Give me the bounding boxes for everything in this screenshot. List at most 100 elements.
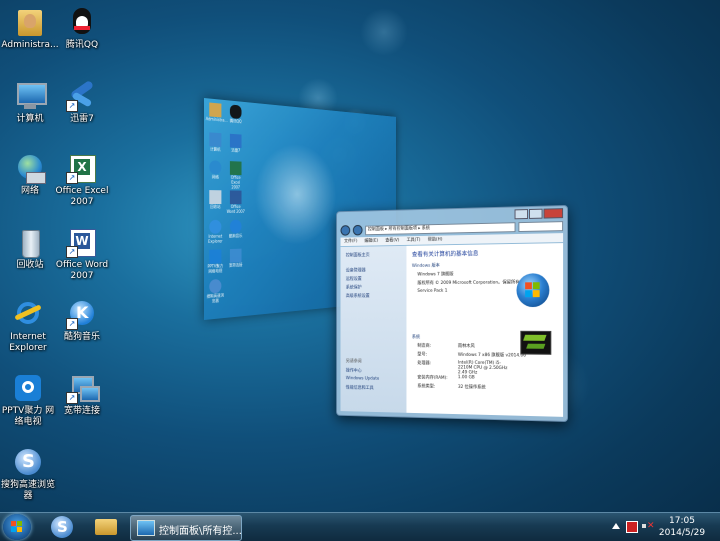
mini-desktop-icon: Internet Explorer (206, 220, 225, 244)
search-input[interactable] (518, 221, 563, 232)
user-folder-icon (14, 6, 46, 38)
desktop-icon-network[interactable]: 网络 (0, 152, 60, 197)
thunder-bird-icon: ↗ (66, 80, 98, 112)
menu-help[interactable]: 帮助(H) (428, 236, 443, 245)
page-title: 查看有关计算机的基本信息 (412, 248, 479, 258)
desktop-icon-excel[interactable]: X ↗ Office Excel 2007 (52, 152, 112, 208)
close-button[interactable] (544, 208, 564, 218)
show-hidden-icons-arrow[interactable] (612, 523, 620, 529)
menu-file[interactable]: 文件(F) (344, 237, 357, 246)
row-key: 制造商: (417, 343, 431, 349)
desktop-icon-administrator[interactable]: Administra... (0, 6, 60, 51)
link-system-protection[interactable]: 系统保护 (346, 285, 362, 291)
broadband-icon: ↗ (66, 372, 98, 404)
bokeh-orb (255, 141, 337, 246)
section-edition: Windows 版本 (412, 263, 440, 269)
clock-time: 17:05 (654, 515, 710, 527)
row-value: 32 位操作系统 (458, 384, 486, 390)
mini-desktop-icon: Office Word 2007 (226, 190, 244, 214)
desktop-icon-kugou[interactable]: K ↗ 酷狗音乐 (52, 298, 112, 343)
icon-label: 腾讯QQ (52, 40, 112, 51)
computer-icon (14, 80, 46, 112)
row-value: Intel(R) Core(TM) i5-2210M CPU @ 2.50GHz… (458, 361, 515, 376)
desktop-icon-sogou-browser[interactable]: S 搜狗高速浏览器 (0, 446, 58, 502)
ie-icon (12, 298, 44, 330)
link-remote-settings[interactable]: 远程设置 (346, 276, 362, 282)
edition-name: Windows 7 旗舰版 (417, 271, 453, 277)
row-key: 系统类型: (417, 383, 435, 389)
menu-tools[interactable]: 工具(T) (407, 236, 421, 245)
desktop: Administra... 计算机 网络 回收站 Internet Explor… (0, 0, 720, 512)
oem-logo (520, 331, 551, 355)
service-pack: Service Pack 1 (417, 289, 447, 294)
mini-desktop-icon: 计算机 (206, 132, 225, 152)
row-key: 型号: (417, 352, 427, 358)
sogou-browser-icon: S (51, 516, 73, 538)
desktop-icon-internet-explorer[interactable]: Internet Explorer (0, 298, 58, 354)
pinned-sogou-browser[interactable]: S (48, 515, 76, 539)
start-button[interactable] (3, 514, 31, 540)
back-icon[interactable] (341, 225, 351, 236)
link-windows-update[interactable]: Windows Update (346, 376, 379, 381)
icon-label: Office Word 2007 (52, 260, 112, 282)
mini-desktop-icon: 宽带连接 (226, 249, 244, 268)
maximize-button[interactable] (529, 209, 543, 219)
row-value: Windows 7 x86 旗舰版 v2014.06 (458, 352, 526, 359)
menu-edit[interactable]: 编辑(E) (364, 237, 378, 246)
taskbar-task-control-panel[interactable]: 控制面板\所有控... (130, 515, 242, 541)
section-system: 系统 (412, 334, 420, 340)
pptv-icon (12, 372, 44, 404)
sogou-browser-icon: S (12, 446, 44, 478)
icon-label: PPTV聚力 网络电视 (0, 406, 58, 428)
mini-desktop-icon: 酷狗音乐 (226, 220, 244, 239)
clock[interactable]: 17:05 2014/5/29 (654, 515, 710, 539)
desktop-icon-computer[interactable]: 计算机 (0, 80, 60, 125)
desktop-icon-word[interactable]: W ↗ Office Word 2007 (52, 226, 112, 282)
pinned-explorer[interactable] (92, 515, 120, 539)
icon-label: Internet Explorer (0, 332, 58, 354)
icon-label: Administra... (0, 40, 60, 51)
flip3d-system-window[interactable]: 控制面板 ▸ 所有控制面板项 ▸ 系统 文件(F) 编辑(E) 查看(V) 工具… (336, 205, 568, 422)
address-bar[interactable]: 控制面板 ▸ 所有控制面板项 ▸ 系统 (365, 222, 515, 235)
icon-label: Office Excel 2007 (52, 186, 112, 208)
desktop-icon-thunder[interactable]: ↗ 迅雷7 (52, 80, 112, 125)
word-icon: W ↗ (66, 226, 98, 258)
taskbar: S 控制面板\所有控... ✕ 17:05 2014/5/29 (0, 512, 720, 541)
desktop-icon-qq[interactable]: 腾讯QQ (52, 6, 112, 51)
mini-desktop-icon: 腾讯QQ (226, 104, 244, 124)
menu-view[interactable]: 查看(V) (385, 236, 399, 245)
row-key: 安装内存(RAM): (417, 375, 447, 381)
icon-label: 宽带连接 (52, 406, 112, 417)
qq-penguin-icon (66, 6, 98, 38)
volume-muted-icon[interactable]: ✕ (642, 521, 652, 531)
task-label: 控制面板\所有控... (159, 522, 242, 537)
folder-icon (95, 519, 117, 535)
forward-icon[interactable] (353, 225, 363, 236)
link-performance[interactable]: 性能信息和工具 (346, 385, 374, 391)
link-device-manager[interactable]: 设备管理器 (346, 267, 366, 273)
link-advanced-settings[interactable]: 高级系统设置 (346, 293, 370, 299)
desktop-icon-broadband[interactable]: ↗ 宽带连接 (52, 372, 112, 417)
mini-desktop-icon: Administra... (206, 102, 225, 122)
mini-desktop-icon: 回收站 (206, 190, 225, 209)
icon-label: 酷狗音乐 (52, 332, 112, 343)
see-also-title: 另请参阅 (346, 358, 362, 364)
minimize-button[interactable] (515, 209, 528, 219)
task-pane: 控制面板主页 设备管理器 远程设置 系统保护 高级系统设置 另请参阅 操作中心 … (341, 246, 407, 413)
mini-desktop-icon: PPTV聚力 网络电视 (206, 249, 225, 274)
notification-icon[interactable] (626, 521, 638, 533)
row-value: 雨林木风 (458, 343, 475, 349)
icon-label: 搜狗高速浏览器 (0, 480, 58, 502)
mini-desktop-icon: 搜狗高速浏览器 (206, 279, 225, 304)
mini-desktop-icon: 网络 (206, 160, 225, 179)
bokeh-orb (360, 8, 408, 56)
link-action-center[interactable]: 操作中心 (346, 368, 362, 374)
desktop-icon-recycle-bin[interactable]: 回收站 (0, 226, 60, 271)
mini-desktop-icon: 迅雷7 (226, 134, 244, 154)
kugou-icon: K ↗ (66, 298, 98, 330)
icon-label: 回收站 (0, 260, 60, 271)
link-control-panel-home[interactable]: 控制面板主页 (346, 252, 370, 258)
desktop-icon-pptv[interactable]: PPTV聚力 网络电视 (0, 372, 58, 428)
network-icon (14, 152, 46, 184)
recycle-bin-icon (14, 226, 46, 258)
